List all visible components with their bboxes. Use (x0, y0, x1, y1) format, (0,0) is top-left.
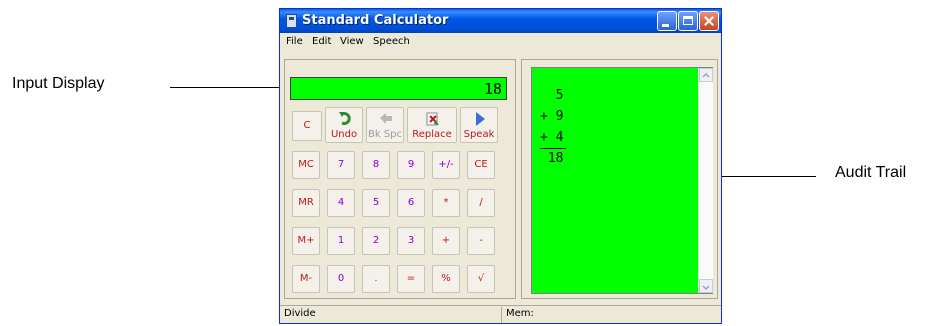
replace-icon (426, 112, 439, 126)
backspace-label: Bk Spc (367, 129, 403, 140)
replace-label: Replace (412, 129, 452, 140)
key-0-2[interactable]: 8 (362, 151, 390, 179)
calculator-window: Standard Calculator File Edit View Speec… (279, 8, 722, 324)
key-2-2[interactable]: 2 (362, 227, 390, 255)
key-3-0[interactable]: M- (292, 265, 320, 293)
audit-line: 5 (540, 88, 564, 103)
key-0-0[interactable]: MC (292, 151, 320, 179)
status-text: Divide (284, 308, 316, 319)
chevron-up-icon (702, 72, 710, 78)
key-2-0[interactable]: M+ (292, 227, 320, 255)
minimize-button[interactable] (657, 11, 677, 31)
chevron-down-icon (702, 285, 710, 291)
key-1-3[interactable]: 6 (397, 189, 425, 217)
undo-button[interactable]: Undo (325, 107, 363, 143)
menu-edit[interactable]: Edit (312, 36, 331, 47)
key-3-3[interactable]: = (397, 265, 425, 293)
scroll-up-button[interactable] (699, 68, 713, 82)
status-divider (501, 307, 502, 323)
audit-line: + 9 (540, 109, 564, 124)
key-3-4[interactable]: % (432, 265, 460, 293)
undo-label: Undo (330, 129, 358, 140)
input-display-callout: Input Display (12, 75, 105, 92)
menu-speech[interactable]: Speech (373, 36, 410, 47)
replace-button[interactable]: Replace (407, 107, 457, 143)
speak-label: Speak (463, 129, 495, 140)
input-display: 18 (290, 77, 507, 100)
key-0-3[interactable]: 9 (397, 151, 425, 179)
display-value: 18 (483, 80, 502, 98)
maximize-button[interactable] (678, 11, 698, 31)
clear-button[interactable]: C (292, 111, 322, 141)
backspace-button[interactable]: Bk Spc (366, 107, 404, 143)
audit-trail-callout: Audit Trail (835, 164, 907, 181)
undo-arrow-icon (339, 112, 351, 125)
key-3-1[interactable]: 0 (327, 265, 355, 293)
key-0-1[interactable]: 7 (327, 151, 355, 179)
key-1-5[interactable]: / (467, 189, 495, 217)
title-bar[interactable]: Standard Calculator (280, 9, 721, 33)
key-1-0[interactable]: MR (292, 189, 320, 217)
key-0-5[interactable]: CE (467, 151, 495, 179)
audit-total: 18 (540, 151, 564, 166)
key-0-4[interactable]: +/- (432, 151, 460, 179)
audit-trail: 5 + 9 + 4 18 (531, 67, 713, 294)
play-triangle-icon (476, 112, 485, 126)
speak-button[interactable]: Speak (460, 107, 498, 143)
input-display-callout-line (170, 87, 287, 88)
key-2-5[interactable]: - (467, 227, 495, 255)
key-2-1[interactable]: 1 (327, 227, 355, 255)
menu-bar: File Edit View Speech (280, 33, 721, 51)
back-arrow-icon (380, 113, 392, 124)
key-3-5[interactable]: √ (467, 265, 495, 293)
audit-scrollbar[interactable] (698, 68, 713, 293)
menu-view[interactable]: View (340, 36, 364, 47)
key-3-2[interactable]: . (362, 265, 390, 293)
window-title: Standard Calculator (302, 13, 449, 28)
close-button[interactable] (699, 11, 719, 31)
calculator-app-icon (286, 14, 297, 28)
menu-file[interactable]: File (286, 36, 303, 47)
key-1-1[interactable]: 4 (327, 189, 355, 217)
status-bar: Divide Mem: (280, 305, 721, 324)
key-1-2[interactable]: 5 (362, 189, 390, 217)
scroll-down-button[interactable] (699, 279, 713, 293)
audit-sum-rule (540, 148, 566, 149)
key-2-4[interactable]: + (432, 227, 460, 255)
key-2-3[interactable]: 3 (397, 227, 425, 255)
key-1-4[interactable]: * (432, 189, 460, 217)
memory-status: Mem: (506, 308, 534, 319)
audit-line: + 4 (540, 130, 564, 145)
